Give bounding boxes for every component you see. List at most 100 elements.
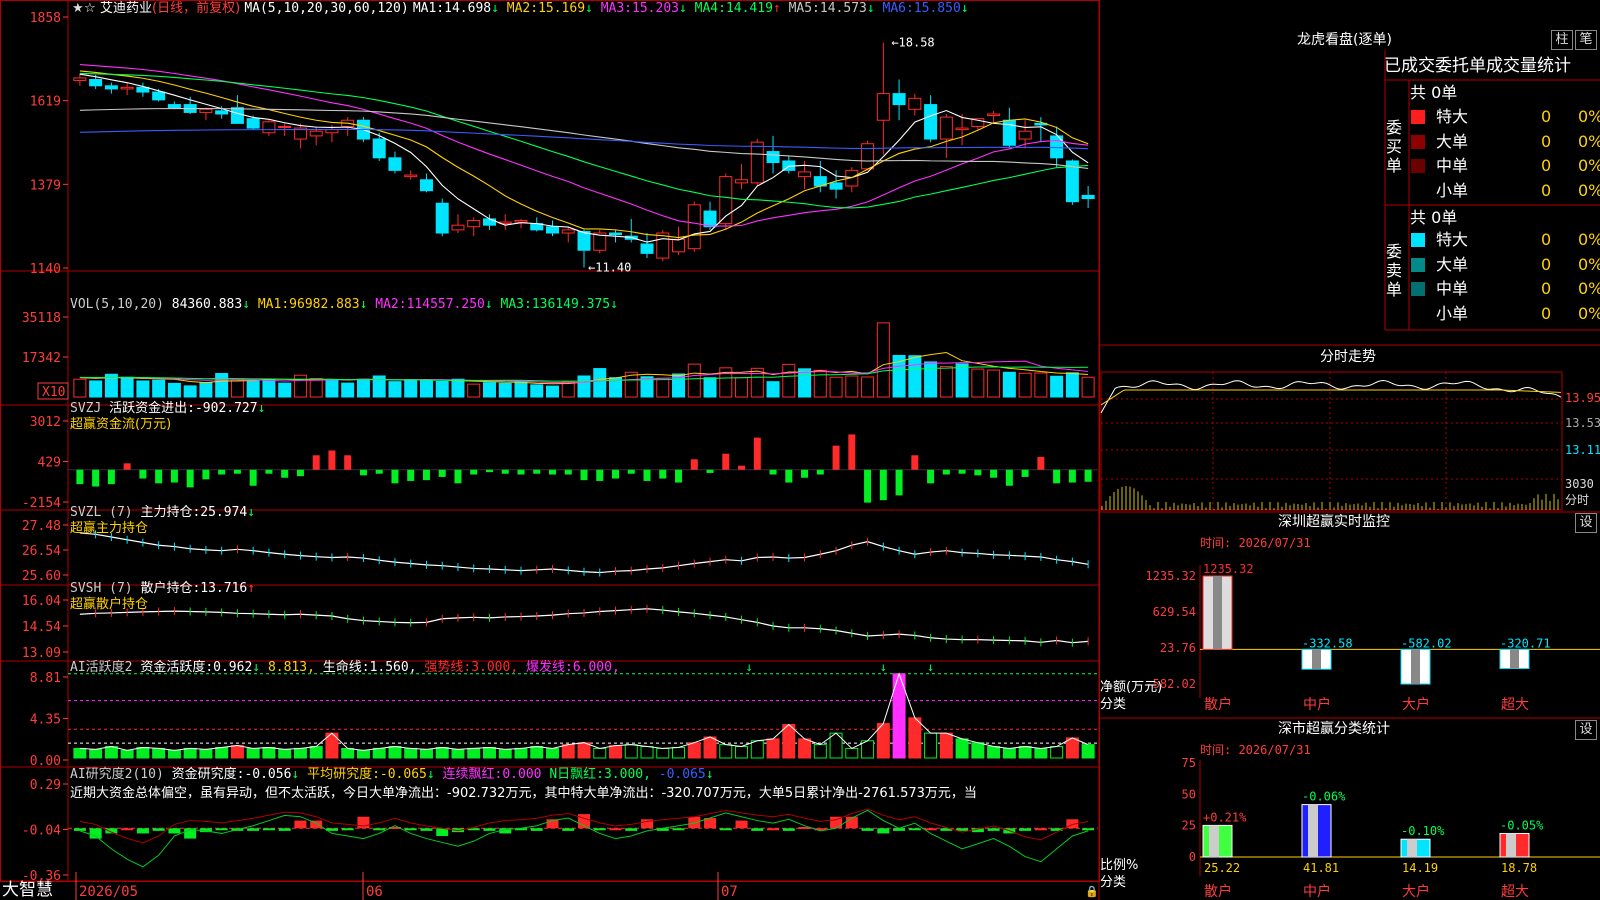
ai-active-bar: [73, 747, 87, 759]
row-name: 小单: [1436, 180, 1469, 200]
svzj-bar: [202, 469, 210, 480]
vol-bar: [199, 382, 213, 398]
vol-bar: [908, 355, 922, 398]
dragon-panel-title: 龙虎看盘(逐单): [1297, 32, 1392, 48]
stats-y-tick: 0: [1189, 850, 1196, 864]
ai-active-legend-label: [260, 660, 268, 675]
svzj-bar: [501, 469, 509, 474]
star-icon[interactable]: ★: [72, 1, 84, 16]
legend-swatch: [1411, 134, 1425, 149]
row-name: 大单: [1436, 254, 1469, 274]
candle-body: [451, 224, 465, 231]
sell-orders-label: 委卖单: [1386, 242, 1403, 299]
monitor-settings-button[interactable]: 设: [1575, 513, 1597, 533]
stats-time: 时间: 2026/07/31: [1200, 743, 1311, 757]
vol-arrow: ↓: [242, 297, 251, 312]
stats-change-label: -0.06%: [1302, 790, 1346, 804]
vol-bar: [183, 385, 197, 398]
ai-active-bar: [609, 745, 623, 759]
ma-legend-name: MA4:: [686, 1, 726, 16]
vol-bar: [341, 382, 355, 398]
price-panel-header: 艾迪药业(日线，前复权) MA(5,10,20,30,60,120) MA1:1…: [100, 1, 969, 16]
ai-research-bar: [89, 828, 102, 839]
svzj-bar: [218, 469, 226, 475]
monitor-bar-shade: [1312, 649, 1321, 670]
svzj-bar: [785, 469, 793, 483]
row-count: 0: [1541, 303, 1552, 323]
ai-active-bar: [987, 746, 1001, 759]
monitor-cat-label: 分类: [1100, 697, 1127, 712]
ma-legend-value: 15.169: [538, 1, 586, 16]
candle-body: [167, 104, 181, 109]
candle-body: [482, 218, 496, 226]
svzj-bar: [769, 469, 777, 475]
ai-active-legend-sep: ,: [408, 660, 417, 675]
app-logo[interactable]: 大智慧: [2, 880, 53, 900]
ai-research-legend-label: N日飘红:: [541, 767, 604, 782]
ai-research-bar: [530, 828, 543, 831]
ai-active-bar: [246, 747, 260, 759]
row-pct: 0%: [1578, 279, 1600, 298]
vol-bar: [861, 376, 875, 398]
ma-indicator-label: MA(5,10,20,30,60,120): [244, 1, 409, 16]
candle-body: [545, 226, 559, 234]
ai-active-name: 资金活跃度:: [140, 660, 214, 675]
ai-research-bar: [688, 816, 701, 829]
intraday-tick-low: 13.11: [1565, 443, 1600, 457]
bar-view-button[interactable]: 柱: [1551, 30, 1573, 50]
vol-bar: [1065, 372, 1079, 398]
ai-research-bar: [247, 828, 260, 831]
candle-body: [656, 232, 670, 259]
vol-bar: [514, 381, 528, 398]
indicator-selector-icon[interactable]: ☆: [84, 1, 96, 16]
ma-legend-value: 14.419: [725, 1, 773, 16]
stats-category: 中户: [1303, 883, 1331, 900]
ma-legend-value: 15.203: [632, 1, 679, 16]
ma-legend-value: 14.698: [444, 1, 492, 16]
vol-bar: [262, 378, 276, 398]
ai-active-bar: [924, 732, 938, 759]
stats-settings-button[interactable]: 设: [1575, 720, 1597, 740]
candle-body: [246, 118, 260, 129]
svzj-bar: [123, 463, 131, 470]
ai-research-bar: [373, 828, 386, 831]
svzj-bar: [422, 469, 430, 481]
tick-view-button[interactable]: 笔: [1575, 30, 1597, 50]
ma-line-3: [79, 64, 1089, 227]
period-label: (日线，前复权): [152, 1, 241, 16]
svzj-bar: [879, 469, 887, 501]
lock-icon[interactable]: 🔒: [1085, 884, 1099, 899]
candle-body: [388, 157, 402, 171]
ai-active-bar: [813, 744, 827, 759]
ai-active-bar: [735, 746, 749, 759]
svzj-bar: [706, 469, 714, 473]
legend-swatch: [1411, 257, 1425, 272]
monitor-bar-label: -332.58: [1302, 636, 1353, 650]
vol-legend-name: MA3:: [492, 297, 532, 312]
vol-bar: [545, 385, 559, 398]
vol-bar: [813, 369, 827, 398]
ai-active-bar: [545, 747, 559, 759]
ai-active-bar: [687, 742, 701, 759]
vol-legend-arrow: ↓: [484, 297, 493, 312]
ai-research-bar: [262, 828, 275, 831]
svzj-bar: [832, 445, 840, 470]
svzj-bar: [533, 469, 541, 474]
ai-research-bar: [294, 820, 307, 829]
signal-arrow-icon: ↓: [927, 660, 934, 674]
candle-body: [262, 121, 276, 134]
intraday-vol-tick: 3030: [1565, 477, 1594, 491]
candle-body: [829, 182, 843, 190]
candle-body: [309, 130, 323, 137]
main-chart-canvas[interactable]: 1858 1619 1379 1140 ←18.58 ←11.40 35118 17342 X1…: [0, 0, 1600, 900]
monitor-category: 大户: [1402, 696, 1430, 713]
ai-active-legend-sep: ,: [510, 660, 519, 675]
vol-bar: [829, 376, 843, 398]
svzj-bar: [942, 469, 950, 475]
y-tick-label: 13.09: [22, 646, 61, 661]
svsh-title: SVSH: [70, 581, 102, 596]
vol-legend-arrow: ↓: [610, 297, 618, 312]
candle-body: [939, 116, 953, 140]
y-tick-label: 25.60: [22, 569, 61, 584]
ma-legend-name: MA1:: [412, 1, 445, 16]
